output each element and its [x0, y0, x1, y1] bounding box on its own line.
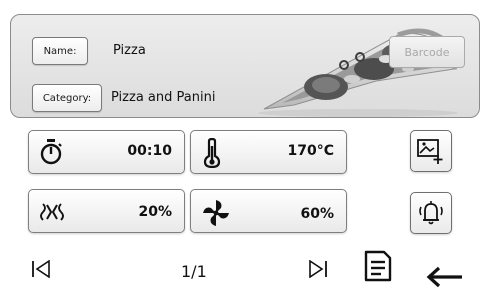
- barcode-button[interactable]: Barcode: [389, 36, 465, 68]
- humidity-tile[interactable]: 20%: [28, 189, 185, 233]
- category-value[interactable]: Pizza and Panini: [111, 90, 215, 105]
- oven-recipe-screen: Name: Pizza Category: Pizza and Panini B…: [0, 0, 489, 298]
- save-document-icon: [364, 250, 392, 282]
- recipe-info-panel: Name: Pizza Category: Pizza and Panini B…: [10, 14, 480, 118]
- page-indicator: 1/1: [181, 262, 207, 281]
- temperature-tile[interactable]: 170°C: [190, 130, 347, 174]
- name-label: Name:: [32, 37, 88, 65]
- save-button[interactable]: [360, 247, 396, 285]
- humidity-value: 20%: [138, 204, 172, 220]
- add-image-icon: [417, 139, 443, 164]
- stopwatch-icon: [40, 139, 62, 165]
- time-value: 00:10: [127, 143, 172, 159]
- alarm-bell-icon: [419, 201, 443, 225]
- humidity-icon: [40, 203, 64, 221]
- category-label: Category:: [32, 84, 102, 112]
- fan-icon: [203, 200, 229, 226]
- back-button[interactable]: [422, 262, 466, 290]
- thermometer-icon: [203, 138, 221, 168]
- pizza-image: [258, 28, 459, 117]
- temperature-value: 170°C: [287, 143, 335, 159]
- skip-first-icon: [32, 260, 50, 278]
- time-tile[interactable]: 00:10: [28, 130, 185, 174]
- back-arrow-icon: [426, 266, 462, 288]
- alarm-button[interactable]: [410, 192, 452, 234]
- add-image-button[interactable]: [410, 130, 452, 172]
- last-page-button[interactable]: [305, 258, 331, 280]
- name-value[interactable]: Pizza: [113, 43, 146, 58]
- fan-tile[interactable]: 60%: [190, 189, 347, 233]
- first-page-button[interactable]: [28, 258, 54, 280]
- fan-value: 60%: [300, 206, 334, 222]
- skip-last-icon: [309, 260, 327, 278]
